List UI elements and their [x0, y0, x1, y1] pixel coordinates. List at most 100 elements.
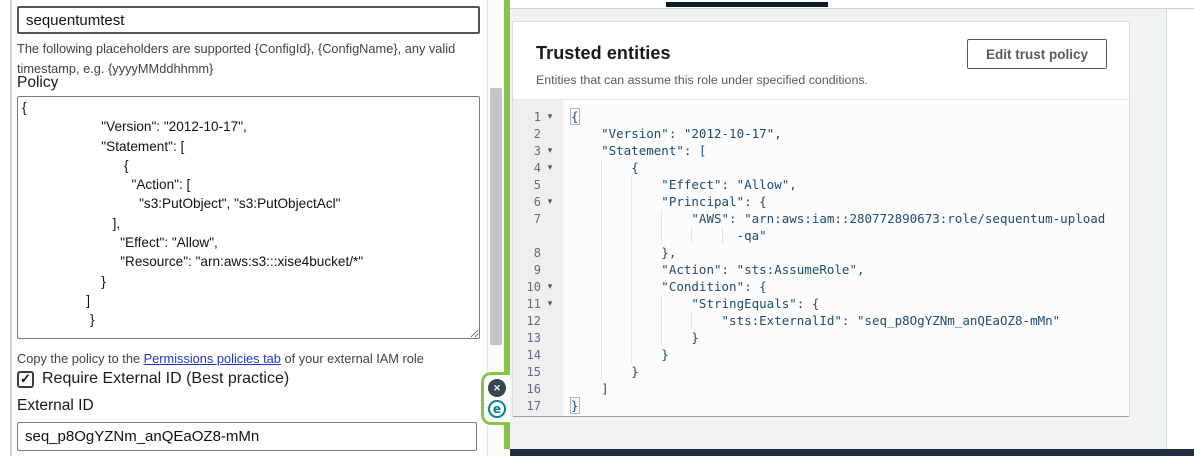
fold-toggle-icon[interactable]: ▾	[541, 159, 559, 176]
fold-toggle-icon[interactable]: ▾	[541, 142, 559, 159]
vertical-scrollbar-thumb[interactable]	[490, 88, 502, 345]
indent-guide	[601, 295, 602, 312]
code-line: -qa"	[513, 227, 1129, 244]
line-number: 14	[513, 348, 541, 362]
indent-guide	[601, 227, 602, 244]
indent-guide	[661, 227, 662, 244]
require-external-id-checkbox[interactable]: ✓	[17, 371, 34, 388]
code-line: 17}	[513, 397, 1129, 414]
console-footer-bar	[510, 449, 1194, 456]
indent-guide	[631, 227, 632, 244]
code-line: 12 "sts:ExternalId": "seq_p8OgYZNm_anQEa…	[513, 312, 1129, 329]
line-number: 17	[513, 399, 541, 413]
code-line: 8 },	[513, 244, 1129, 261]
line-number: 6	[513, 195, 541, 209]
external-id-label: External ID	[17, 397, 94, 415]
code-line: 13 }	[513, 329, 1129, 346]
indent-guide	[631, 176, 632, 193]
card-header: Trusted entities Entities that can assum…	[513, 22, 1129, 100]
indent-guide	[722, 227, 723, 244]
indent-guide	[601, 363, 602, 380]
copy-policy-hint: Copy the policy to the Permissions polic…	[17, 351, 477, 366]
right-side-gutter	[1166, 10, 1194, 449]
indent-guide	[661, 210, 662, 227]
code-line: 7 "AWS": "arn:aws:iam::280772890673:role…	[513, 210, 1129, 227]
indent-guide	[601, 346, 602, 363]
code-line: 6▾ "Principal": {	[513, 193, 1129, 210]
line-number: 9	[513, 263, 541, 277]
trusted-entities-card: Trusted entities Entities that can assum…	[512, 21, 1130, 417]
line-number: 13	[513, 331, 541, 345]
card-subtitle: Entities that can assume this role under…	[536, 73, 1109, 87]
checkmark-icon: ✓	[20, 371, 31, 387]
code-line: 11▾ "StringEquals": {	[513, 295, 1129, 312]
indent-guide	[631, 346, 632, 363]
trust-policy-code-editor[interactable]: 1▾{2 "Version": "2012-10-17",3▾ "Stateme…	[513, 100, 1129, 416]
line-number: 1	[513, 110, 541, 124]
line-number: 16	[513, 382, 541, 396]
indent-guide	[631, 244, 632, 261]
line-number: 7	[513, 212, 541, 226]
code-line: 15 }	[513, 363, 1129, 380]
line-number: 5	[513, 178, 541, 192]
indent-guide	[691, 227, 692, 244]
line-number: 11	[513, 297, 541, 311]
indent-guide	[631, 312, 632, 329]
indent-guide	[631, 295, 632, 312]
indent-guide	[661, 295, 662, 312]
edit-trust-policy-button[interactable]: Edit trust policy	[967, 39, 1107, 69]
line-number: 3	[513, 144, 541, 158]
indent-guide	[601, 312, 602, 329]
permissions-policies-link[interactable]: Permissions policies tab	[144, 351, 281, 366]
line-number: 12	[513, 314, 541, 328]
indent-guide	[631, 278, 632, 295]
copy-policy-text-before: Copy the policy to the	[17, 351, 144, 366]
require-external-id-row: ✓ Require External ID (Best practice)	[17, 370, 289, 388]
indent-guide	[601, 278, 602, 295]
dialog-left-border	[10, 0, 12, 456]
code-line: 2 "Version": "2012-10-17",	[513, 125, 1129, 142]
close-icon[interactable]: ✕	[488, 379, 506, 397]
screen: The following placeholders are supported…	[0, 0, 1194, 456]
fold-toggle-icon[interactable]: ▾	[541, 295, 559, 312]
line-number: 10	[513, 280, 541, 294]
copy-policy-text-after: of your external IAM role	[281, 351, 424, 366]
line-number: 8	[513, 246, 541, 260]
indent-guide	[601, 176, 602, 193]
policy-textarea[interactable]	[17, 96, 480, 339]
code-line: 4▾ {	[513, 159, 1129, 176]
code-line: 14 }	[513, 346, 1129, 363]
indent-guide	[661, 312, 662, 329]
code-line: 9 "Action": "sts:AssumeRole",	[513, 261, 1129, 278]
indent-guide	[601, 159, 602, 176]
fold-toggle-icon[interactable]: ▾	[541, 108, 559, 125]
aws-console-panel: Trusted entities Entities that can assum…	[510, 0, 1194, 456]
indent-guide	[601, 244, 602, 261]
code-line: 3▾ "Statement": [	[513, 142, 1129, 159]
external-id-input[interactable]	[17, 422, 477, 451]
indent-guide	[691, 312, 692, 329]
line-number: 15	[513, 365, 541, 379]
indent-guide	[601, 329, 602, 346]
name-input[interactable]	[17, 6, 480, 34]
code-line: 5 "Effect": "Allow",	[513, 176, 1129, 193]
indent-guide	[661, 329, 662, 346]
line-number: 2	[513, 127, 541, 141]
indent-guide	[601, 210, 602, 227]
extension-overlay-badge: ✕ e	[481, 372, 510, 425]
placeholder-helper-text: The following placeholders are supported…	[17, 39, 473, 80]
indent-guide	[631, 210, 632, 227]
fold-toggle-icon[interactable]: ▾	[541, 193, 559, 210]
extension-e-icon[interactable]: e	[488, 400, 506, 418]
indent-guide	[631, 261, 632, 278]
tab-bar-bottom	[510, 0, 1194, 9]
require-external-id-label: Require External ID (Best practice)	[42, 370, 289, 388]
fold-toggle-icon[interactable]: ▾	[541, 278, 559, 295]
code-lines: 1▾{2 "Version": "2012-10-17",3▾ "Stateme…	[513, 108, 1129, 414]
indent-guide	[631, 329, 632, 346]
policy-label: Policy	[17, 74, 58, 92]
code-line: 10▾ "Condition": {	[513, 278, 1129, 295]
code-line: 16 ]	[513, 380, 1129, 397]
active-tab-underline	[666, 2, 828, 7]
line-number: 4	[513, 161, 541, 175]
